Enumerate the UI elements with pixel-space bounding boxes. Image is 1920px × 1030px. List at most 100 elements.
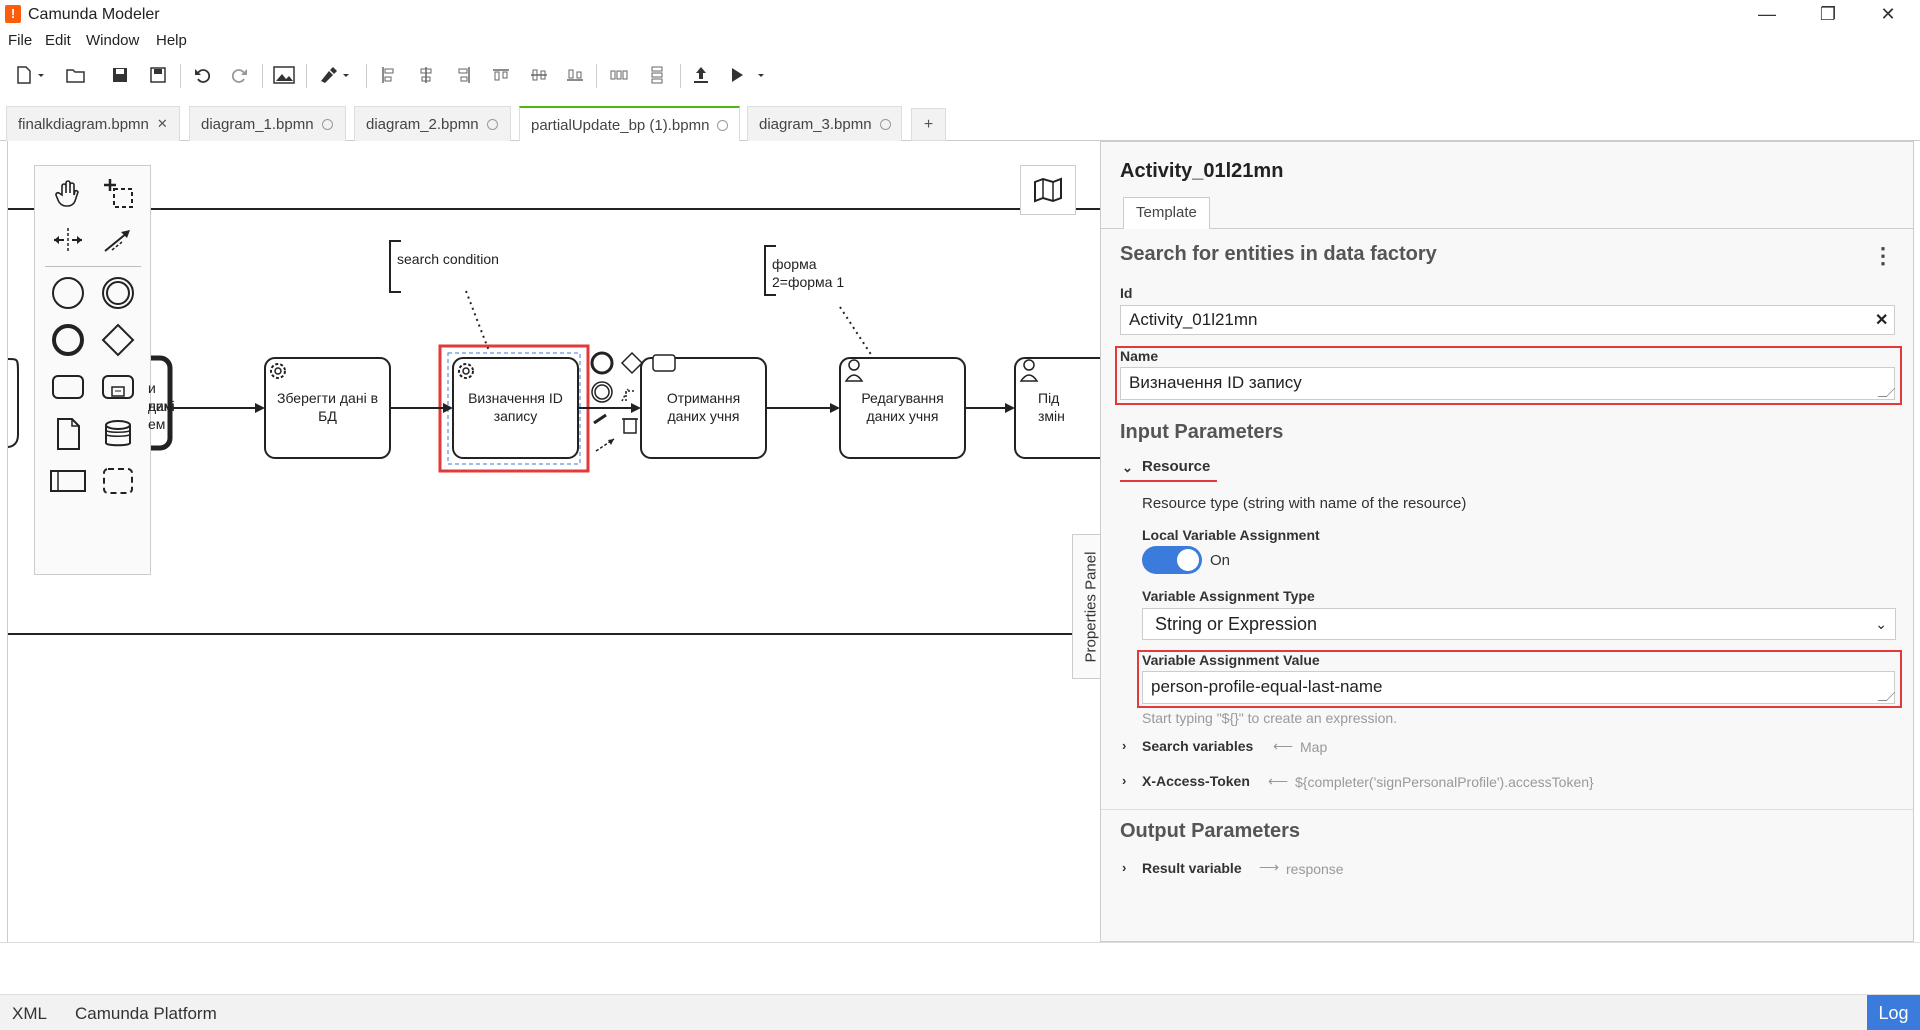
annotation-search-condition[interactable]: search condition <box>397 250 499 268</box>
align-center-icon[interactable] <box>414 62 438 88</box>
resize-handle-icon[interactable] <box>1877 692 1896 701</box>
name-value: Визначення ID запису <box>1129 373 1302 392</box>
group-icon[interactable] <box>95 458 141 504</box>
global-connect-tool-icon[interactable] <box>95 217 141 263</box>
data-store-icon[interactable] <box>95 411 141 457</box>
intermediate-event-icon[interactable] <box>95 270 141 316</box>
data-object-icon[interactable] <box>45 411 91 457</box>
task-icon[interactable] <box>45 364 91 410</box>
open-folder-icon[interactable] <box>62 62 90 88</box>
name-input[interactable]: Визначення ID запису <box>1120 367 1896 400</box>
tab-label: partialUpdate_bp (1).bpmn <box>531 116 710 134</box>
task-save-label[interactable]: Зберегти дані в БД <box>270 389 385 425</box>
align-top-icon[interactable] <box>488 62 514 88</box>
resize-handle-icon[interactable] <box>1877 388 1896 397</box>
variable-type-value: String or Expression <box>1155 614 1318 634</box>
add-tab-button[interactable]: + <box>911 108 946 141</box>
log-button[interactable]: Log <box>1867 995 1920 1030</box>
search-variables-label[interactable]: Search variables <box>1142 738 1253 754</box>
align-left-icon[interactable] <box>376 62 400 88</box>
toolbar-separator <box>180 64 181 88</box>
bpmn-diagram <box>8 208 1100 635</box>
save-icon[interactable] <box>108 62 132 88</box>
resource-underline <box>1120 480 1217 482</box>
local-variable-toggle[interactable] <box>1142 546 1202 574</box>
start-event-icon[interactable] <box>45 270 91 316</box>
saved-indicator-icon <box>321 118 333 130</box>
output-parameters-title[interactable]: Output Parameters <box>1120 820 1300 843</box>
lasso-tool-icon[interactable] <box>95 170 141 216</box>
task-receive-label[interactable]: Отримання даних учня <box>646 389 761 425</box>
tab-partial-update[interactable]: partialUpdate_bp (1).bpmn <box>519 106 740 142</box>
pool-icon[interactable] <box>45 458 91 504</box>
start-instance-icon[interactable] <box>726 62 770 88</box>
menu-help[interactable]: Help <box>156 32 187 49</box>
space-tool-icon[interactable] <box>45 217 91 263</box>
distribute-vertical-icon[interactable] <box>644 62 670 88</box>
menu-file[interactable]: File <box>8 32 32 49</box>
clear-id-icon[interactable]: ✕ <box>1875 310 1888 330</box>
camunda-logo-icon: ! <box>5 5 21 23</box>
deploy-icon[interactable] <box>688 62 714 88</box>
tab-diagram-2[interactable]: diagram_2.bpmn <box>354 106 511 141</box>
tool-palette <box>34 165 151 575</box>
chevron-right-icon[interactable]: › <box>1122 860 1126 875</box>
hand-tool-icon[interactable] <box>45 170 91 216</box>
close-icon[interactable]: ✕ <box>157 116 168 132</box>
more-options-icon[interactable]: ⋮ <box>1872 243 1894 269</box>
input-parameters-title[interactable]: Input Parameters <box>1120 421 1283 444</box>
tab-diagram-1[interactable]: diagram_1.bpmn <box>189 106 346 141</box>
tab-bar: finalkdiagram.bpmn ✕ diagram_1.bpmn diag… <box>0 104 1920 142</box>
tab-template[interactable]: Template <box>1123 197 1210 229</box>
menu-window[interactable]: Window <box>86 32 139 49</box>
toggle-state-label: On <box>1210 552 1231 569</box>
close-window-button[interactable]: ✕ <box>1865 2 1911 28</box>
local-variable-label: Local Variable Assignment <box>1142 527 1320 543</box>
element-id-title: Activity_01l21mn <box>1120 160 1284 182</box>
align-bottom-icon[interactable] <box>562 62 588 88</box>
chevron-down-icon[interactable]: ⌄ <box>1122 460 1133 476</box>
tab-label: finalkdiagram.bpmn <box>18 115 149 133</box>
align-right-icon[interactable] <box>452 62 476 88</box>
task-edit-label[interactable]: Редагування даних учня <box>845 389 960 425</box>
color-picker-icon[interactable] <box>314 62 354 88</box>
result-variable-label[interactable]: Result variable <box>1142 860 1242 876</box>
properties-panel-toggle[interactable]: Properties Panel <box>1072 534 1100 679</box>
distribute-horizontal-icon[interactable] <box>606 62 632 88</box>
resource-title[interactable]: Resource <box>1142 458 1210 475</box>
diagram-canvas[interactable]: и дані ним ем Зберегти дані в БД Визначе… <box>7 141 1100 942</box>
redo-icon[interactable] <box>226 62 252 88</box>
id-input[interactable]: Activity_01l21mn <box>1120 305 1895 335</box>
search-variables-value: Map <box>1300 739 1328 755</box>
task-define-id-label[interactable]: Визначення ID запису <box>458 389 573 425</box>
map-icon <box>1034 177 1062 203</box>
x-access-token-label[interactable]: X-Access-Token <box>1142 773 1250 789</box>
chevron-right-icon[interactable]: › <box>1122 738 1126 753</box>
variable-value-input[interactable]: person-profile-equal-last-name <box>1142 671 1896 704</box>
minimize-button[interactable]: — <box>1744 2 1790 28</box>
toolbar-separator <box>366 64 367 88</box>
variable-type-label: Variable Assignment Type <box>1142 588 1315 604</box>
tab-finalkdiagram[interactable]: finalkdiagram.bpmn ✕ <box>6 106 180 141</box>
align-middle-icon[interactable] <box>526 62 552 88</box>
menu-edit[interactable]: Edit <box>45 32 71 49</box>
toolbar-separator <box>680 64 681 88</box>
resource-description: Resource type (string with name of the r… <box>1142 495 1467 512</box>
export-image-icon[interactable] <box>270 62 298 88</box>
maximize-button[interactable]: ❐ <box>1805 2 1851 28</box>
platform-indicator[interactable]: Camunda Platform <box>75 1004 217 1024</box>
chevron-right-icon[interactable]: › <box>1122 773 1126 788</box>
new-file-icon[interactable] <box>10 62 50 88</box>
xml-view-button[interactable]: XML <box>12 1004 47 1024</box>
gateway-icon[interactable] <box>95 317 141 363</box>
task-partial-label: ем <box>148 416 166 432</box>
save-as-icon[interactable] <box>146 62 170 88</box>
variable-type-select[interactable]: String or Expression ⌄ <box>1142 608 1896 640</box>
annotation-forma[interactable]: форма 2=форма 1 <box>772 255 844 291</box>
tab-diagram-3[interactable]: diagram_3.bpmn <box>747 106 902 141</box>
subprocess-icon[interactable] <box>95 364 141 410</box>
minimap-toggle-button[interactable] <box>1020 165 1076 215</box>
undo-icon[interactable] <box>190 62 216 88</box>
chevron-down-icon: ⌄ <box>1875 616 1887 632</box>
end-event-icon[interactable] <box>45 317 91 363</box>
